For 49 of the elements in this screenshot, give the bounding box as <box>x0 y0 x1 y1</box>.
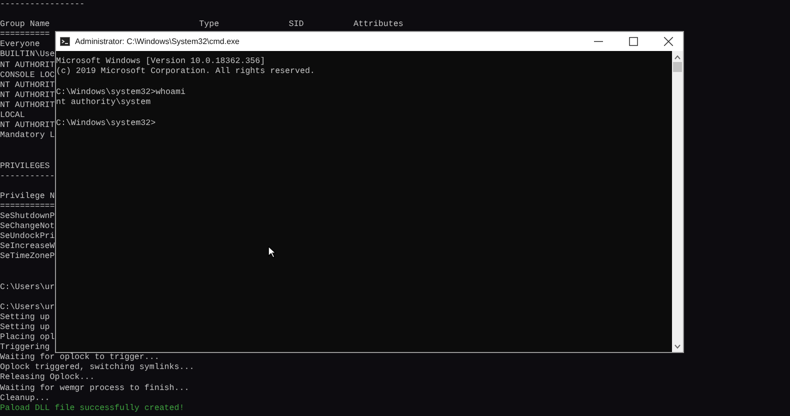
console-line: Everyone <box>0 40 40 50</box>
console-line: Paload DLL file successfully created! <box>0 404 184 414</box>
console-line: NT AUTHORIT <box>0 90 55 101</box>
scroll-down-icon[interactable] <box>674 344 681 349</box>
scrollbar[interactable] <box>672 51 683 352</box>
scroll-up-icon[interactable] <box>674 55 681 60</box>
console-line: Privilege N <box>0 192 55 202</box>
console-line: SeChangeNot <box>0 222 55 232</box>
console-line: ----------------- <box>0 0 85 10</box>
console-line: BUILTIN\Use <box>0 50 55 61</box>
console-line: PRIVILEGES <box>0 162 50 172</box>
console-line: Microsoft Windows [Version 10.0.18362.356] <box>56 57 266 67</box>
console-line: C:\Users\ur <box>0 302 55 313</box>
console-line: Releasing Oplock... <box>0 373 95 384</box>
console-line: ========== <box>0 30 50 40</box>
console-line: Placing opl <box>0 333 55 343</box>
console-line: Waiting for wemgr process to finish... <box>0 384 190 394</box>
console-line: NT AUTHORIT <box>0 80 55 91</box>
console-line: SeShutdownP <box>0 212 55 222</box>
console-line: SeUndockPri <box>0 232 55 242</box>
console-line: Setting up <box>0 312 50 323</box>
console-line: ----------- <box>0 172 55 182</box>
console-line: nt authority\system <box>56 98 151 108</box>
terminal-icon <box>60 37 70 46</box>
console-line: NT AUTHORIT <box>0 100 55 112</box>
console-line: NT AUTHORIT <box>0 60 55 71</box>
console-line: LOCAL <box>0 111 25 122</box>
console-line: Setting up <box>0 323 50 333</box>
console-line: Cleanup... <box>0 394 50 404</box>
scrollbar-thumb[interactable] <box>673 62 682 72</box>
console-line: Triggering <box>0 343 50 353</box>
mouse-pointer-icon <box>268 246 276 258</box>
console-line: =========== <box>0 202 55 212</box>
console-line: Oplock triggered, switching symlinks... <box>0 363 194 373</box>
console-line: SeIncreaseW <box>0 242 55 252</box>
window-title: Administrator: C:\Windows\System32\cmd.exe <box>75 37 240 46</box>
close-icon <box>664 37 672 46</box>
console-line: (c) 2019 Microsoft Corporation. All rights reserved. <box>56 67 315 78</box>
maximize-icon <box>628 37 638 46</box>
console-line: C:\Windows\system32> <box>56 118 156 130</box>
console-line: Group Name Type SID Attributes <box>0 20 404 30</box>
console-line: SeTimeZoneP <box>0 252 55 262</box>
console-line: C:\Users\ur <box>0 282 55 293</box>
console-line: Mandatory L <box>0 131 55 142</box>
console-line: CONSOLE LOC <box>0 70 55 81</box>
console-line: NT AUTHORIT <box>0 121 55 131</box>
console-line: Waiting for oplock to trigger... <box>0 353 160 363</box>
minimize-icon <box>594 41 602 42</box>
console-line: C:\Windows\system32>whoami <box>56 88 186 98</box>
